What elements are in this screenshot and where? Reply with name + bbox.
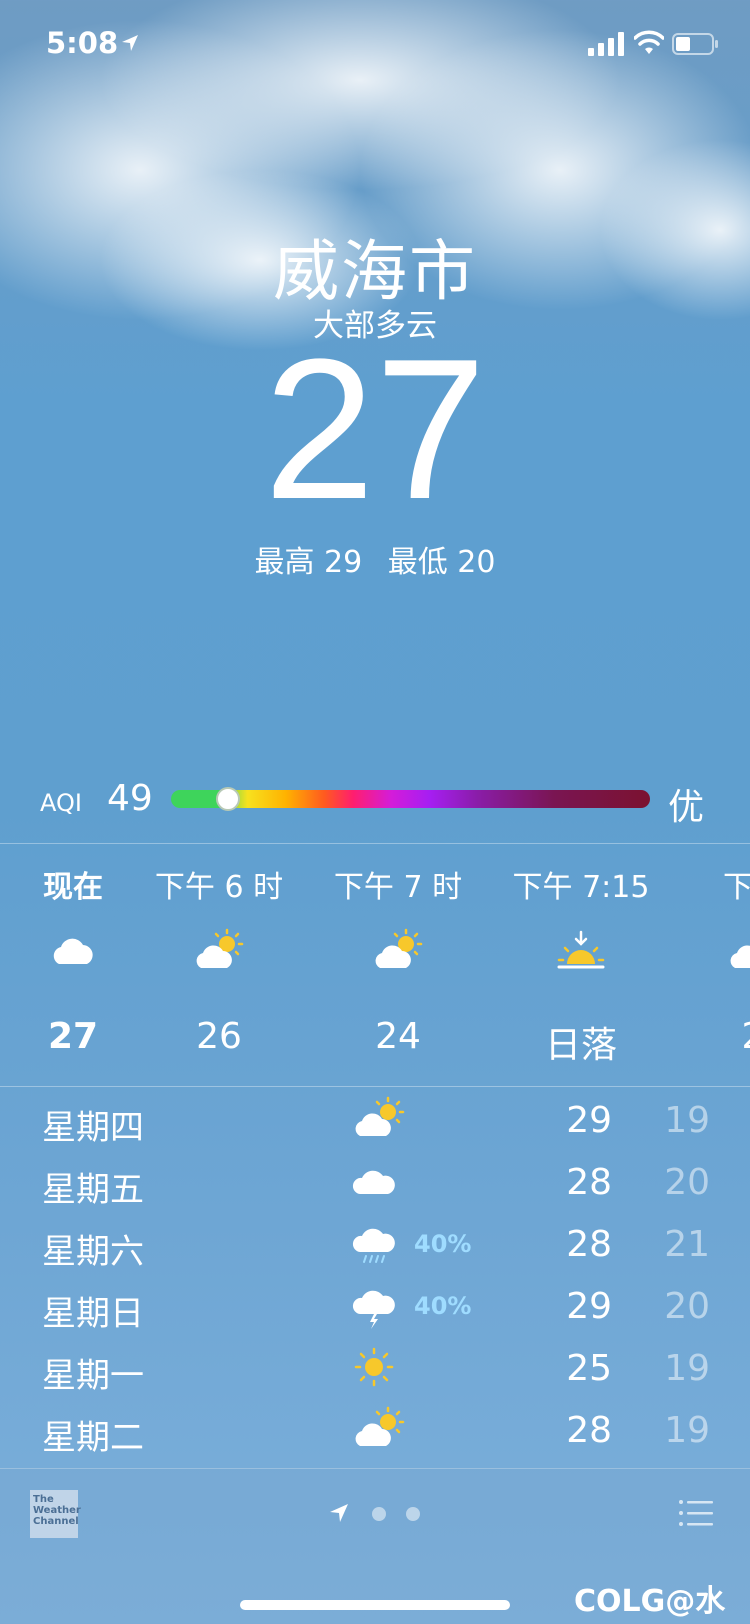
day-low: 19 <box>664 1100 710 1141</box>
hour-temp: 2 <box>668 1016 750 1057</box>
sunset-icon <box>557 930 605 969</box>
daily-row: 星期四 29 19 <box>0 1092 750 1156</box>
hour-temp: 日落 <box>544 1025 617 1066</box>
day-low: 20 <box>664 1162 710 1203</box>
day-high: 29 <box>566 1286 612 1327</box>
bottom-toolbar: The Weather Channel COLG@水音 <box>0 1468 750 1624</box>
aqi-label: AQI <box>40 789 82 817</box>
location-arrow-icon <box>122 35 138 51</box>
page-dot <box>406 1507 420 1521</box>
day-name: 星期二 <box>42 1418 144 1458</box>
day-name: 星期六 <box>42 1232 144 1272</box>
sun-icon <box>354 1347 394 1387</box>
day-high: 28 <box>566 1162 612 1203</box>
high-low: 最高 29 最低 20 <box>0 537 750 581</box>
day-low: 21 <box>664 1224 710 1265</box>
day-high: 28 <box>566 1410 612 1451</box>
current-temperature: 27 <box>263 318 487 541</box>
partly-sunny-icon <box>355 1096 405 1136</box>
partly-sunny-icon <box>730 945 750 968</box>
daily-row: 星期六 40% 28 21 <box>0 1216 750 1280</box>
cellular-signal-icon <box>588 32 624 56</box>
day-name: 星期日 <box>42 1294 144 1334</box>
hour-temp: 26 <box>196 1016 242 1057</box>
cloud-icon <box>53 938 93 964</box>
day-low: 20 <box>664 1286 710 1327</box>
day-high: 29 <box>566 1100 612 1141</box>
page-dot <box>372 1507 386 1521</box>
hourly-forecast[interactable]: 现在 27 下午 6 时 26 下午 7 时 24 下午 7:15 日落 下 <box>0 846 750 1086</box>
partly-sunny-icon <box>196 928 244 968</box>
high-temperature: 最高 29 <box>254 545 363 580</box>
precip-chance: 40% <box>414 1230 472 1258</box>
day-name: 星期四 <box>42 1108 144 1148</box>
hour-time: 下午 7 时 <box>333 870 463 905</box>
daily-row: 星期一 25 19 <box>0 1340 750 1404</box>
day-low: 19 <box>664 1348 710 1389</box>
aqi-scale-bar <box>171 790 650 808</box>
divider-middle <box>0 1086 750 1087</box>
weather-channel-logo[interactable]: The Weather Channel <box>30 1490 81 1538</box>
daily-row: 星期五 28 20 <box>0 1154 750 1218</box>
cloud-icon <box>352 1170 395 1194</box>
rain-icon <box>352 1228 395 1263</box>
partly-sunny-icon <box>355 1406 405 1446</box>
status-time: 5:08 <box>46 26 119 60</box>
hour-time: 下午 <box>723 870 750 905</box>
hour-time: 下午 6 时 <box>154 870 284 905</box>
hour-time: 下午 7:15 <box>512 870 650 905</box>
battery-icon <box>672 33 718 55</box>
day-low: 19 <box>664 1410 710 1451</box>
home-indicator[interactable] <box>240 1600 510 1610</box>
wifi-icon <box>634 30 664 54</box>
thunderstorm-icon <box>352 1290 395 1329</box>
day-name: 星期一 <box>42 1356 144 1396</box>
watermark: COLG@水音 <box>574 1584 726 1619</box>
low-temperature: 最低 20 <box>387 545 496 580</box>
page-indicator[interactable] <box>328 1502 428 1526</box>
hour-temp: 24 <box>375 1016 421 1057</box>
partly-sunny-icon <box>375 928 423 968</box>
daily-row: 星期二 28 19 <box>0 1402 750 1466</box>
precip-chance: 40% <box>414 1292 472 1320</box>
status-bar: 5:08 <box>0 0 750 90</box>
location-page-icon <box>330 1504 348 1522</box>
day-high: 28 <box>566 1224 612 1265</box>
aqi-level: 优 <box>668 787 705 828</box>
day-high: 25 <box>566 1348 612 1389</box>
city-list-icon[interactable] <box>678 1498 714 1528</box>
divider-top <box>0 843 750 844</box>
daily-row: 星期日 40% 29 20 <box>0 1278 750 1342</box>
aqi-value: 49 <box>107 778 153 819</box>
day-name: 星期五 <box>42 1170 144 1210</box>
